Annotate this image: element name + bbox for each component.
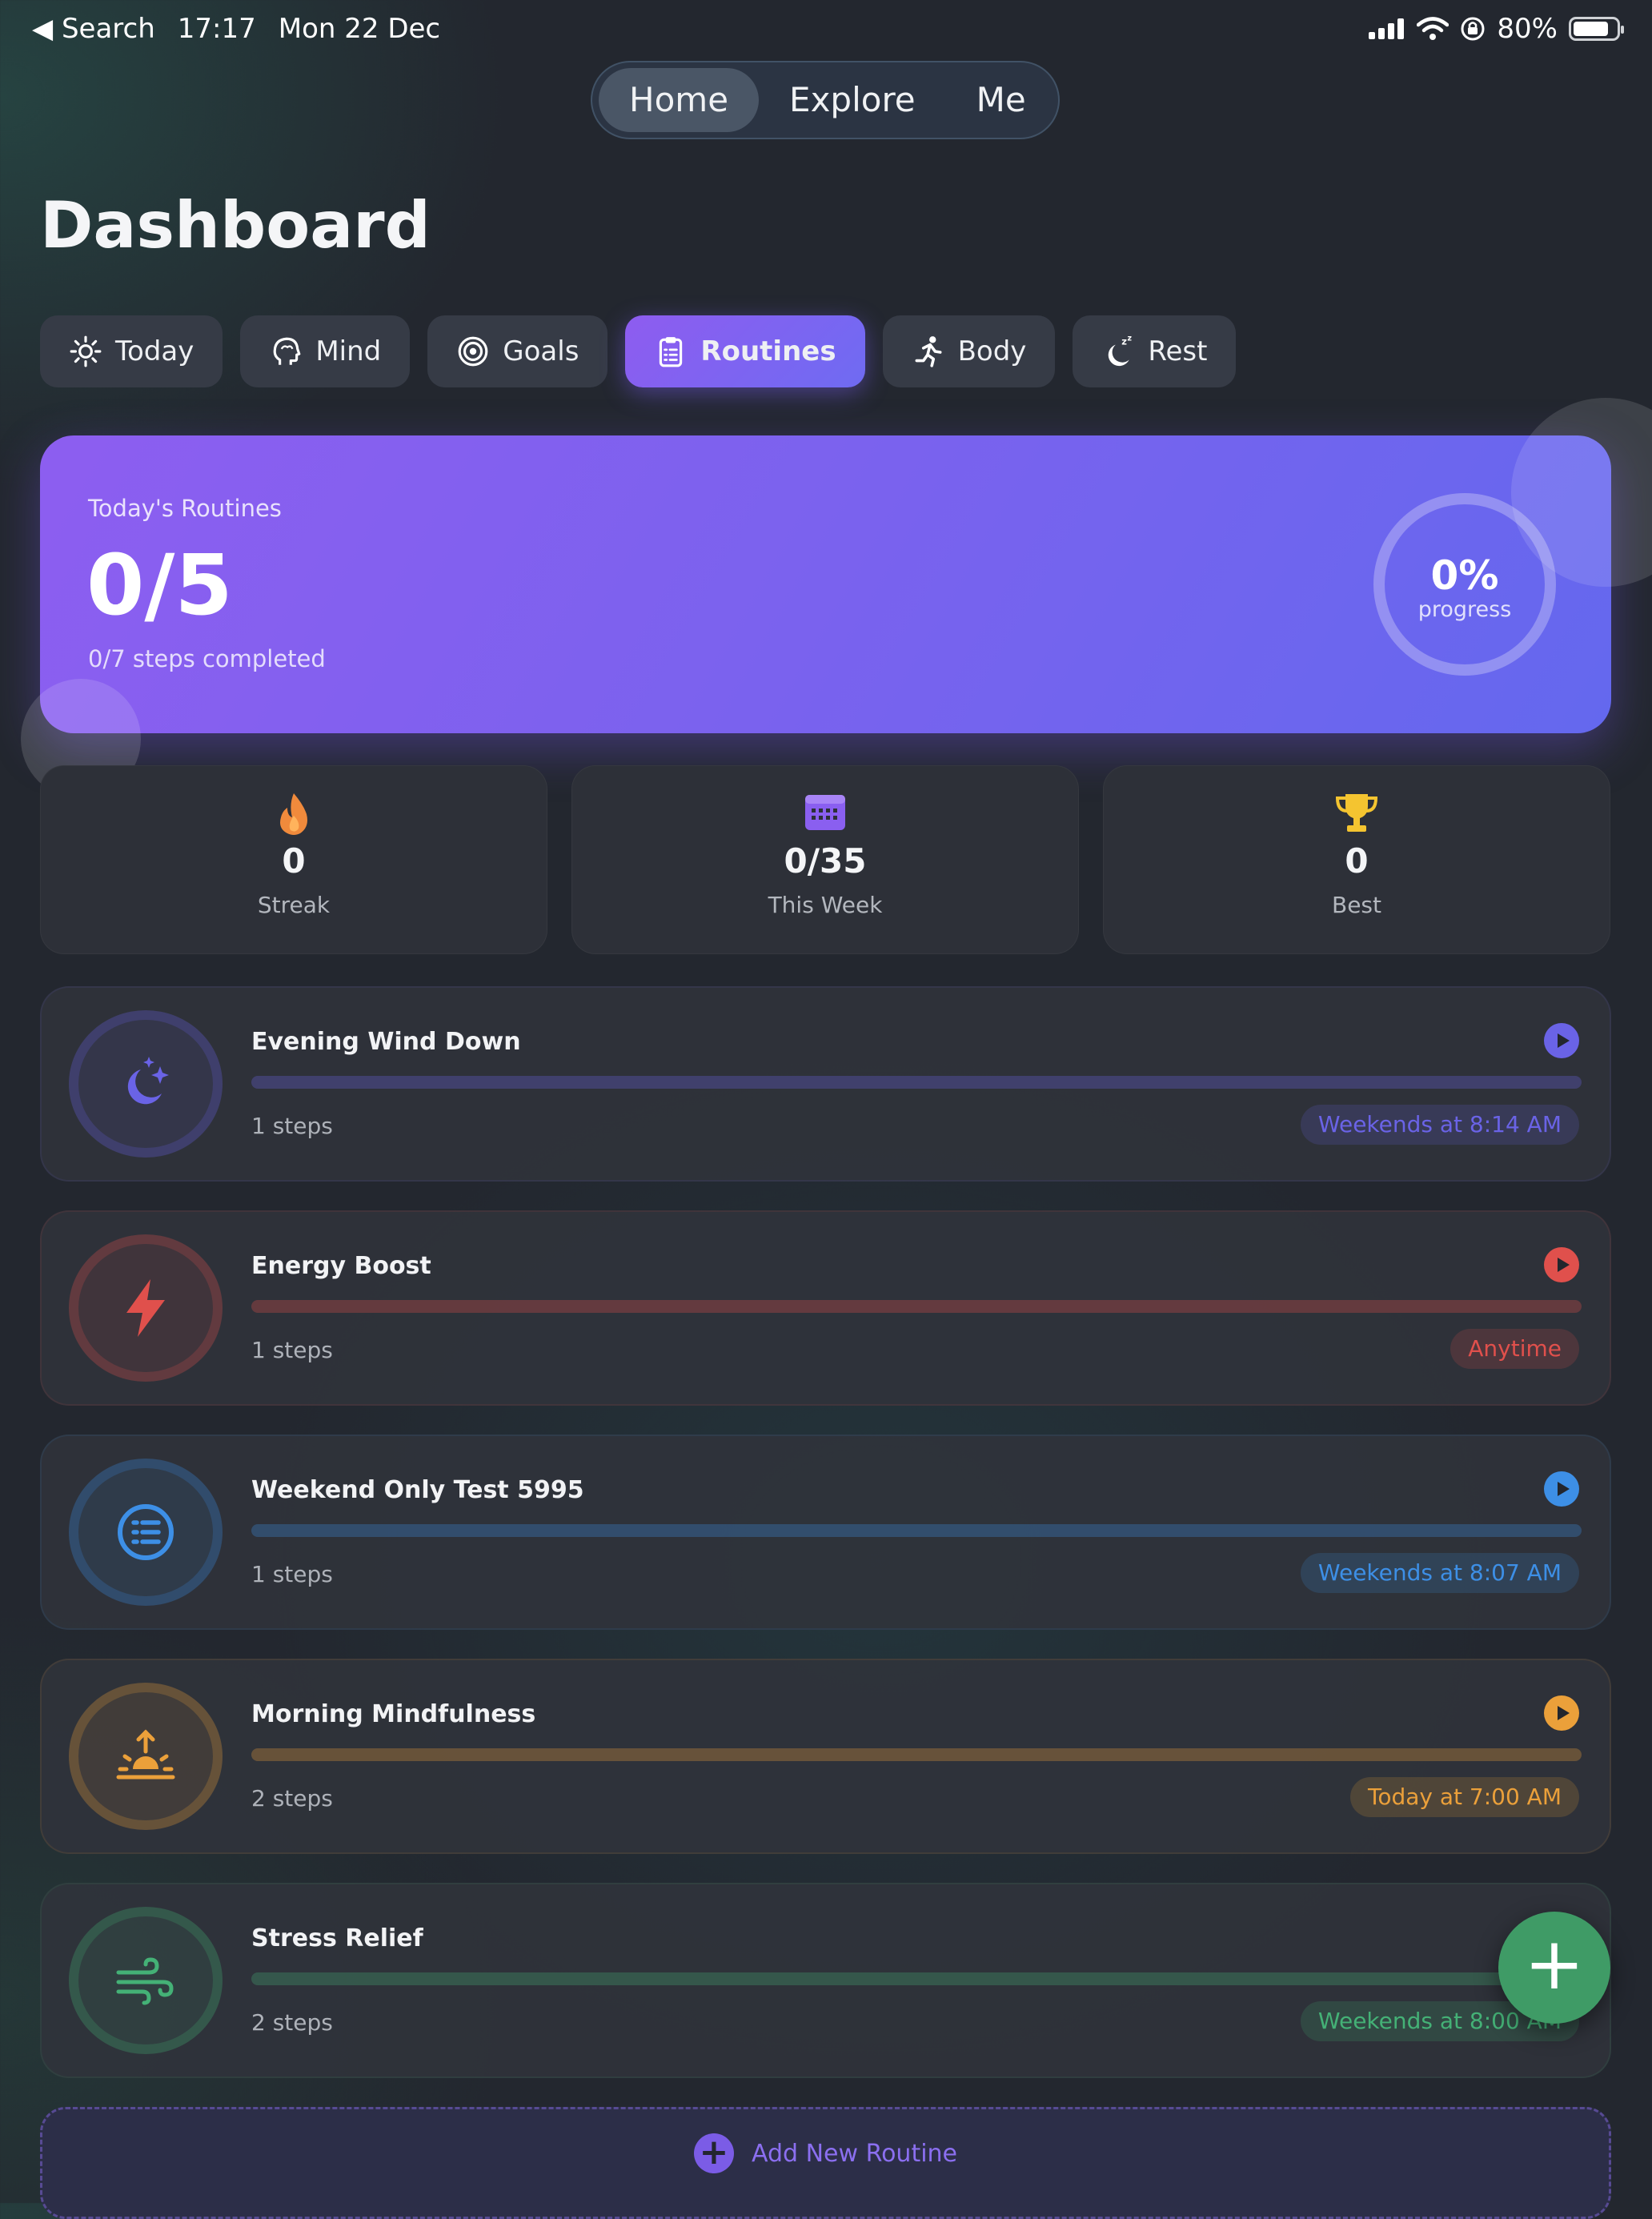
routine-card-stress-relief[interactable]: Stress Relief 2 steps Weekends at 8:00 A…: [40, 1883, 1611, 2078]
play-button[interactable]: [1544, 1247, 1579, 1282]
this-week-stat-card: 0/35 This Week: [571, 765, 1079, 954]
play-button[interactable]: [1544, 1471, 1579, 1507]
nav-me[interactable]: Me: [946, 68, 1057, 132]
status-date: Mon 22 Dec: [278, 13, 441, 45]
play-button[interactable]: [1544, 1695, 1579, 1731]
play-button[interactable]: [1544, 1023, 1579, 1058]
routine-progress-bar: [251, 1748, 1582, 1761]
sunrise-icon: [116, 1729, 175, 1780]
routine-card-weekend-only-test[interactable]: Weekend Only Test 5995 1 steps Weekends …: [40, 1435, 1611, 1630]
tab-label: Goals: [503, 335, 579, 367]
stat-value: 0/35: [784, 841, 867, 881]
signal-icon: [1369, 18, 1405, 39]
tab-label: Mind: [315, 335, 382, 367]
moon-stars-icon: [127, 1057, 169, 1105]
routine-schedule-badge: Today at 7:00 AM: [1349, 1777, 1579, 1817]
tab-today[interactable]: Today: [40, 315, 223, 387]
routine-card-energy-boost[interactable]: Energy Boost 1 steps Anytime: [40, 1210, 1611, 1406]
stat-label: Streak: [257, 892, 331, 918]
routine-steps: 2 steps: [251, 2009, 333, 2036]
routine-name: Morning Mindfulness: [251, 1700, 536, 1728]
summary-steps: 0/7 steps completed: [88, 645, 326, 672]
clipboard-icon: [660, 337, 683, 367]
orientation-lock-icon: [1461, 17, 1485, 41]
streak-stat-card: 0 Streak: [40, 765, 547, 954]
tab-body[interactable]: Body: [882, 315, 1056, 387]
routine-steps: 1 steps: [251, 1113, 333, 1139]
list-icon: [118, 1504, 174, 1560]
wifi-icon: [1417, 17, 1450, 40]
routine-avatar: [69, 1683, 223, 1830]
flame-icon: [280, 793, 307, 835]
moon-zzz-icon: zz: [1109, 335, 1133, 367]
routine-name: Stress Relief: [251, 1924, 423, 1952]
routine-steps: 1 steps: [251, 1561, 333, 1587]
stat-value: 0: [1345, 841, 1369, 881]
add-routine-label: Add New Routine: [751, 2139, 958, 2168]
svg-text:z: z: [1122, 336, 1128, 347]
battery-percent: 80%: [1497, 13, 1558, 45]
back-to-search-link[interactable]: ◀ Search: [32, 13, 155, 45]
tab-rest[interactable]: zz Rest: [1073, 315, 1237, 387]
calendar-icon: [805, 795, 845, 830]
tab-goals[interactable]: Goals: [427, 315, 608, 387]
routine-card-evening-wind-down[interactable]: Evening Wind Down 1 steps Weekends at 8:…: [40, 986, 1611, 1182]
routine-schedule-badge: Anytime: [1450, 1329, 1579, 1369]
routine-card-morning-mindfulness[interactable]: Morning Mindfulness 2 steps Today at 7:0…: [40, 1659, 1611, 1854]
tab-label: Today: [115, 335, 194, 367]
category-tabs: Today Mind Goals Routines Body zz Rest: [40, 315, 1237, 387]
status-time: 17:17: [177, 13, 256, 45]
routine-name: Weekend Only Test 5995: [251, 1476, 584, 1504]
page-title: Dashboard: [40, 188, 431, 263]
summary-label: Today's Routines: [88, 495, 282, 522]
status-bar: ◀ Search 17:17 Mon 22 Dec 80%: [32, 13, 1624, 48]
routine-progress-bar: [251, 1972, 1582, 1985]
today-routines-summary-card: Today's Routines 0/5 0/7 steps completed…: [40, 435, 1611, 733]
add-new-routine-button[interactable]: + Add New Routine: [40, 2107, 1611, 2219]
stat-label: Best: [1331, 892, 1381, 918]
tab-routines[interactable]: Routines: [625, 315, 865, 387]
progress-label: progress: [1417, 597, 1512, 622]
routine-schedule-badge: Weekends at 8:14 AM: [1300, 1105, 1579, 1145]
routine-avatar: [69, 1459, 223, 1606]
plus-icon: +: [1524, 1922, 1585, 2006]
tab-label: Rest: [1148, 335, 1208, 367]
summary-count: 0/5: [86, 536, 233, 634]
tab-mind[interactable]: Mind: [240, 315, 411, 387]
routine-avatar: [69, 1907, 223, 2054]
routine-steps: 1 steps: [251, 1337, 333, 1363]
routine-progress-bar: [251, 1300, 1582, 1313]
tab-label: Body: [957, 335, 1027, 367]
routine-name: Energy Boost: [251, 1252, 431, 1280]
progress-value: 0%: [1430, 552, 1499, 599]
top-navigation: Home Explore Me: [591, 61, 1060, 139]
brain-icon: [273, 337, 301, 365]
nav-explore[interactable]: Explore: [759, 68, 946, 132]
wind-icon: [116, 1957, 174, 2005]
stat-label: This Week: [768, 892, 883, 918]
nav-home[interactable]: Home: [599, 68, 760, 132]
routine-steps: 2 steps: [251, 1785, 333, 1812]
routine-name: Evening Wind Down: [251, 1028, 521, 1056]
battery-icon: [1569, 17, 1624, 41]
sun-icon: [70, 335, 102, 367]
svg-text:z: z: [1128, 335, 1133, 343]
routine-progress-bar: [251, 1076, 1582, 1089]
trophy-icon: [1335, 794, 1378, 832]
routine-avatar: [69, 1010, 223, 1158]
routine-progress-bar: [251, 1524, 1582, 1537]
routine-avatar: [69, 1234, 223, 1382]
target-icon: [458, 336, 488, 367]
tab-label: Routines: [700, 335, 836, 367]
stat-value: 0: [282, 841, 306, 881]
running-icon: [915, 336, 942, 367]
routine-schedule-badge: Weekends at 8:07 AM: [1300, 1553, 1579, 1593]
best-stat-card: 0 Best: [1103, 765, 1610, 954]
floating-add-button[interactable]: +: [1498, 1912, 1610, 2024]
lightning-icon: [126, 1279, 165, 1337]
plus-circle-icon: +: [693, 2133, 734, 2173]
